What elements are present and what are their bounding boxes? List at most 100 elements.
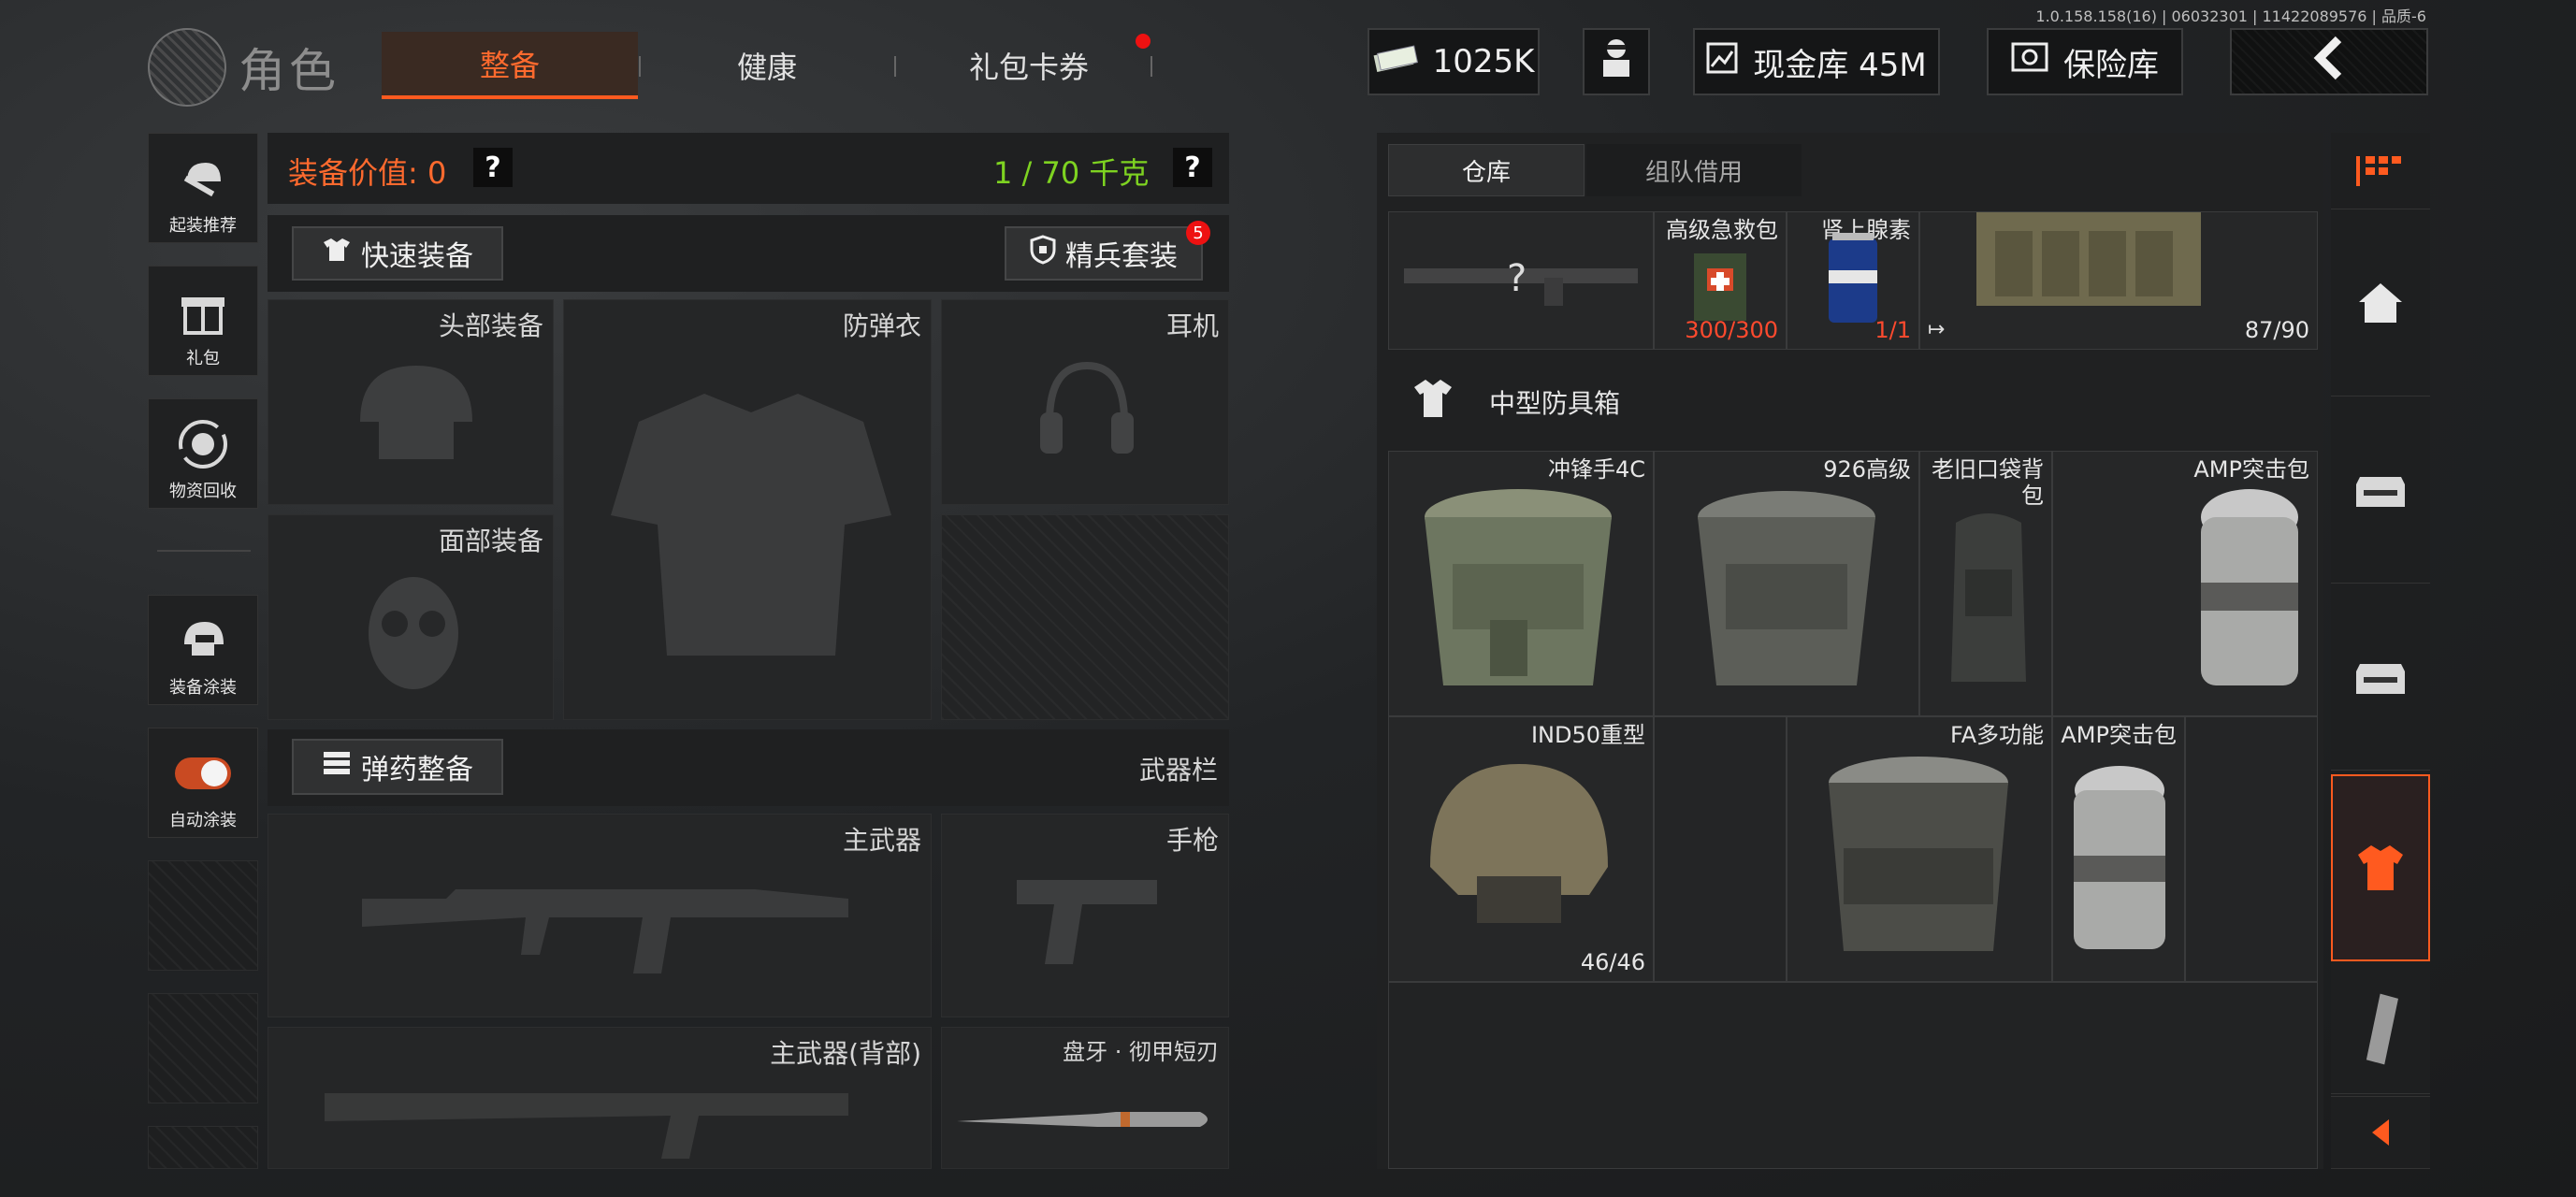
pistol-silhouette-icon <box>1017 880 1157 964</box>
head-slot[interactable]: 头部装备 <box>268 299 554 505</box>
auto-skin-toggle[interactable] <box>175 745 231 801</box>
helmet-gun-icon <box>175 151 231 207</box>
gift-icon <box>175 283 231 339</box>
quick-equip-label: 快速装备 <box>361 240 473 273</box>
quick-equip-button[interactable]: 快速装备 <box>292 226 503 281</box>
elite-set-button[interactable]: 精兵套装 <box>1005 226 1203 281</box>
exit-arrow-icon: ↦ <box>1928 318 1946 341</box>
inventory-cell[interactable]: 冲锋手4C <box>1388 451 1654 716</box>
primary-back-slot[interactable]: 主武器(背部) <box>268 1027 932 1169</box>
tab-divider <box>894 56 896 77</box>
item-name: AMP突击包 <box>2061 722 2177 748</box>
melee-slot[interactable]: 盘牙 · 彻甲短刃 <box>941 1027 1229 1169</box>
inventory-cell[interactable]: 926高级 <box>1654 451 1919 716</box>
slot-label: 主武器 <box>842 825 921 856</box>
inventory-cell[interactable]: AMP突击包 <box>2052 716 2185 982</box>
energy-can-icon <box>1829 233 1877 323</box>
slot-label: 面部装备 <box>438 526 543 556</box>
sidebar-empty-slot <box>148 860 258 971</box>
value-help-button[interactable]: ? <box>473 148 513 187</box>
page-title: 角色 <box>239 44 340 98</box>
tab-health[interactable]: 健康 <box>655 32 879 99</box>
sidebar-item-label: 装备涂装 <box>169 678 237 698</box>
sidebar-item-skins[interactable]: 装备涂装 <box>148 595 258 705</box>
sidebar-divider <box>157 550 251 552</box>
grid-sort-button[interactable] <box>2331 133 2430 209</box>
empty-slot <box>941 514 1229 720</box>
slot-label: 手枪 <box>1165 825 1219 856</box>
shield-icon <box>1030 235 1056 272</box>
inventory-cell[interactable]: AMP突击包 <box>2052 451 2318 716</box>
inventory-cell[interactable]: ? <box>1388 211 1654 350</box>
inventory-cell[interactable]: 高级急救包 300/300 <box>1654 211 1787 350</box>
helmet-silhouette-icon <box>360 366 472 459</box>
armor-slot[interactable]: 防弹衣 <box>563 299 932 720</box>
chevron-left-icon <box>2372 1119 2389 1146</box>
safe-box-button[interactable]: 保险库 <box>1987 28 2183 95</box>
primary-weapon-slot[interactable]: 主武器 <box>268 814 932 1017</box>
helmet-icon <box>1430 764 1608 923</box>
sidebar-empty-slot <box>148 993 258 1103</box>
nav-armor-active[interactable] <box>2331 774 2430 961</box>
tactical-vest-icon <box>1976 212 2201 306</box>
currency-display[interactable]: 1025K <box>1368 28 1540 95</box>
inventory-cell[interactable]: 肾上腺素 1/1 <box>1787 211 1919 350</box>
backpack-icon <box>2201 489 2298 685</box>
sort-grid-icon <box>2356 155 2401 186</box>
backpack-icon <box>1951 513 2026 682</box>
rifle-back-silhouette-icon <box>325 1093 848 1159</box>
weight-help-button[interactable]: ? <box>1173 148 1212 187</box>
item-count: 300/300 <box>1685 317 1778 343</box>
tab-loadout[interactable]: 整备 <box>382 32 638 99</box>
sidebar-item-recommended[interactable]: 起装推荐 <box>148 133 258 243</box>
weapon-bar-label: 武器栏 <box>1138 755 1218 786</box>
face-slot[interactable]: 面部装备 <box>268 514 554 720</box>
inventory-cell[interactable]: 老旧口袋背包 <box>1919 451 2052 716</box>
nav-home[interactable] <box>2331 209 2430 397</box>
tab-gift-coupons[interactable]: 礼包卡券 <box>907 32 1151 99</box>
elite-set-label: 精兵套装 <box>1065 240 1178 273</box>
nav-storage-2[interactable] <box>2331 584 2430 771</box>
inventory-cell[interactable]: ↦ 87/90 <box>1919 211 2318 350</box>
rifle-silhouette-icon <box>362 889 848 973</box>
inventory-cell[interactable] <box>1654 716 1787 982</box>
tab-divider <box>639 56 641 77</box>
ammo-prep-button[interactable]: 弹药整备 <box>292 739 503 795</box>
sidebar-empty-slot <box>148 1126 258 1169</box>
currency-value: 1025K <box>1432 43 1535 80</box>
headset-slot[interactable]: 耳机 <box>941 299 1229 505</box>
nav-magazines[interactable] <box>2331 963 2430 1094</box>
inventory-cell[interactable]: IND50重型 46/46 <box>1388 716 1654 982</box>
tab-divider <box>1151 56 1152 77</box>
safe-icon <box>2011 42 2048 82</box>
ammo-prep-label: 弹药整备 <box>361 754 473 786</box>
inventory-cell[interactable] <box>2185 716 2318 982</box>
magazine-icon <box>2366 993 2398 1064</box>
pistol-slot[interactable]: 手枪 <box>941 814 1229 1017</box>
sidebar-item-label: 礼包 <box>186 349 220 368</box>
sidebar-item-auto-skin[interactable]: 自动涂装 <box>148 728 258 838</box>
inventory-cell[interactable]: FA多功能 <box>1787 716 2052 982</box>
back-button[interactable] <box>2230 28 2428 95</box>
section-title: 中型防具箱 <box>1489 388 1621 419</box>
nav-storage-1[interactable] <box>2331 397 2430 584</box>
slot-label: 防弹衣 <box>842 310 921 341</box>
profile-button[interactable] <box>1583 28 1650 95</box>
item-name: 老旧口袋背包 <box>1932 456 2044 509</box>
sidebar-item-gift[interactable]: 礼包 <box>148 266 258 376</box>
unknown-item-mark: ? <box>1507 257 1527 300</box>
equip-value-bar: 装备价值: 0 ? 1 / 70 千克 ? <box>268 133 1229 204</box>
collapse-button[interactable] <box>2331 1096 2430 1169</box>
slot-label: 头部装备 <box>438 310 543 341</box>
operator-avatar-icon <box>1596 36 1637 89</box>
cash-vault-button[interactable]: 现金库 45M <box>1693 28 1940 95</box>
sidebar-item-recycle[interactable]: 物资回收 <box>148 398 258 509</box>
item-count: 87/90 <box>2244 317 2309 343</box>
tab-warehouse[interactable]: 仓库 <box>1388 144 1585 196</box>
safe-box-label: 保险库 <box>2063 46 2159 84</box>
elite-set-badge: 5 <box>1186 221 1210 245</box>
tab-team-borrow[interactable]: 组队借用 <box>1586 144 1802 196</box>
character-emblem-icon <box>148 28 226 107</box>
armor-shirt-icon <box>2358 845 2403 890</box>
helmet-paint-icon <box>175 613 231 669</box>
